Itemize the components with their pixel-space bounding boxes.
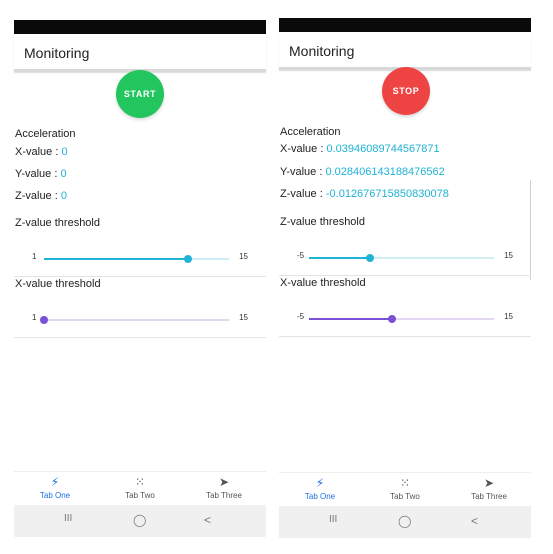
z-value-row: Z-value : -0.012676715850830078 xyxy=(280,188,449,200)
tab-three[interactable]: ➤ Tab Three xyxy=(454,476,524,501)
status-bar xyxy=(14,20,266,34)
slider-fill xyxy=(309,257,371,259)
tab-label: Tab Two xyxy=(125,491,155,500)
app-bar: Monitoring xyxy=(14,35,266,72)
y-value-row: Y-value : 0.028406143188476562 xyxy=(280,166,445,178)
tab-one[interactable]: ⚡ Tab One xyxy=(20,475,90,500)
slider-track[interactable] xyxy=(309,254,494,262)
slider-max: 15 xyxy=(504,251,513,260)
slider-max: 15 xyxy=(239,313,248,322)
divider xyxy=(14,337,266,338)
acceleration-label: Acceleration xyxy=(15,128,76,140)
recents-icon[interactable]: III xyxy=(329,514,337,525)
phone-screen-right: Monitoring STOP Acceleration X-value : 0… xyxy=(279,0,531,540)
z-threshold-label: Z-value threshold xyxy=(280,216,365,228)
z-value: -0.012676715850830078 xyxy=(325,188,449,200)
page-title: Monitoring xyxy=(289,43,355,59)
system-nav-bar: III ◯ < xyxy=(14,505,266,537)
stop-button[interactable]: STOP xyxy=(382,67,430,115)
x-value-row: X-value : 0.03946089744567871 xyxy=(280,143,440,155)
divider xyxy=(14,276,266,277)
z-threshold-slider[interactable]: 1 15 xyxy=(14,244,266,274)
slider-track[interactable] xyxy=(40,316,229,324)
tab-two[interactable]: ⁙ Tab Two xyxy=(370,476,440,501)
slider-thumb[interactable] xyxy=(388,315,397,323)
x-value: 0.03946089744567871 xyxy=(326,143,440,155)
x-threshold-slider[interactable]: -5 15 xyxy=(279,304,531,334)
start-button[interactable]: START xyxy=(116,70,164,118)
slider-thumb[interactable] xyxy=(366,254,375,262)
status-bar xyxy=(279,18,531,32)
x-value-row: X-value : 0 xyxy=(15,146,68,158)
tab-label: Tab One xyxy=(304,492,336,501)
slider-fill xyxy=(309,318,393,320)
slider-track[interactable] xyxy=(309,315,494,323)
y-value-label: Y-value : xyxy=(15,168,61,180)
z-threshold-slider[interactable]: -5 15 xyxy=(279,243,531,273)
z-value-row: Z-value : 0 xyxy=(15,190,67,202)
slider-max: 15 xyxy=(239,252,248,261)
tab-three[interactable]: ➤ Tab Three xyxy=(189,475,259,500)
send-icon: ➤ xyxy=(483,476,495,490)
slider-thumb[interactable] xyxy=(40,316,48,324)
slider-fill xyxy=(44,258,189,260)
tab-one[interactable]: ⚡ Tab One xyxy=(285,476,355,501)
bolt-icon: ⚡ xyxy=(50,475,60,489)
system-nav-bar: III ◯ < xyxy=(279,506,531,538)
acceleration-label: Acceleration xyxy=(280,126,341,138)
y-value: 0.028406143188476562 xyxy=(325,166,445,178)
z-value-label: Z-value : xyxy=(280,188,326,200)
z-value-label: Z-value : xyxy=(15,190,61,202)
slider-max: 15 xyxy=(504,312,513,321)
z-value: 0 xyxy=(60,190,67,202)
divider xyxy=(279,336,531,337)
tab-two[interactable]: ⁙ Tab Two xyxy=(105,475,175,500)
grid-icon: ⁙ xyxy=(399,476,411,490)
app-bar: Monitoring xyxy=(279,33,531,70)
grid-icon: ⁙ xyxy=(134,475,146,489)
recents-icon[interactable]: III xyxy=(64,513,72,524)
tab-label: Tab Three xyxy=(206,491,242,500)
tab-label: Tab Three xyxy=(471,492,507,501)
slider-thumb[interactable] xyxy=(184,255,193,263)
slider-min: -5 xyxy=(297,251,305,260)
slider-min: -5 xyxy=(297,312,305,321)
back-icon[interactable]: < xyxy=(204,513,211,527)
y-value-row: Y-value : 0 xyxy=(15,168,67,180)
tab-label: Tab One xyxy=(39,491,71,500)
x-value-label: X-value : xyxy=(280,143,327,155)
x-threshold-label: X-value threshold xyxy=(280,277,366,289)
z-threshold-label: Z-value threshold xyxy=(15,217,100,229)
home-icon[interactable]: ◯ xyxy=(398,514,411,528)
x-threshold-label: X-value threshold xyxy=(15,278,101,290)
x-value: 0 xyxy=(61,146,68,158)
home-icon[interactable]: ◯ xyxy=(133,513,146,527)
bottom-tab-bar: ⚡ Tab One ⁙ Tab Two ➤ Tab Three xyxy=(14,471,266,506)
slider-min: 1 xyxy=(32,313,37,322)
send-icon: ➤ xyxy=(218,475,230,489)
x-threshold-slider[interactable]: 1 15 xyxy=(14,305,266,335)
phone-screen-left: Monitoring START Acceleration X-value : … xyxy=(14,0,266,540)
y-value: 0 xyxy=(60,168,67,180)
y-value-label: Y-value : xyxy=(280,166,326,178)
slider-min: 1 xyxy=(32,252,37,261)
x-value-label: X-value : xyxy=(15,146,62,158)
slider-track[interactable] xyxy=(44,255,229,263)
page-title: Monitoring xyxy=(24,45,90,61)
divider xyxy=(279,275,531,276)
tab-label: Tab Two xyxy=(390,492,420,501)
bottom-tab-bar: ⚡ Tab One ⁙ Tab Two ➤ Tab Three xyxy=(279,472,531,507)
bolt-icon: ⚡ xyxy=(315,476,325,490)
back-icon[interactable]: < xyxy=(471,514,478,528)
